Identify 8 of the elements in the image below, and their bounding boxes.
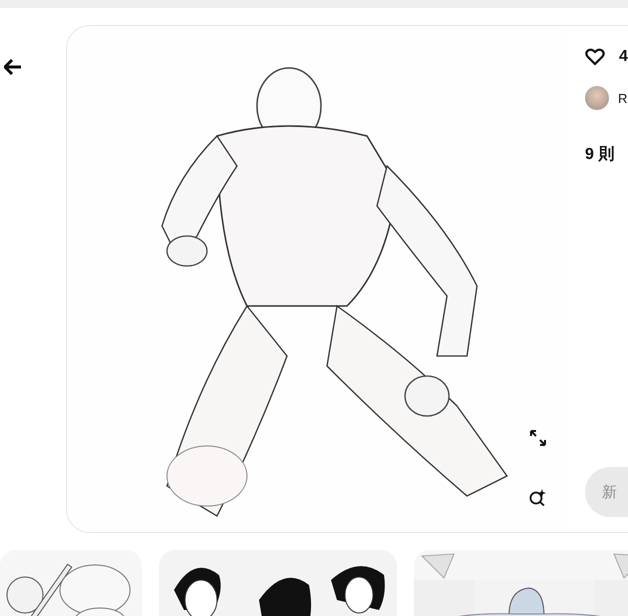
comments-heading: 9 則: [585, 145, 616, 165]
like-count: 4: [619, 48, 628, 66]
heart-icon[interactable]: [585, 48, 605, 66]
author-name[interactable]: R: [618, 90, 628, 106]
visual-search-icon[interactable]: [529, 489, 546, 506]
comment-field[interactable]: 新: [585, 467, 628, 517]
back-arrow-icon[interactable]: [4, 59, 22, 75]
expand-icon[interactable]: [530, 430, 546, 446]
